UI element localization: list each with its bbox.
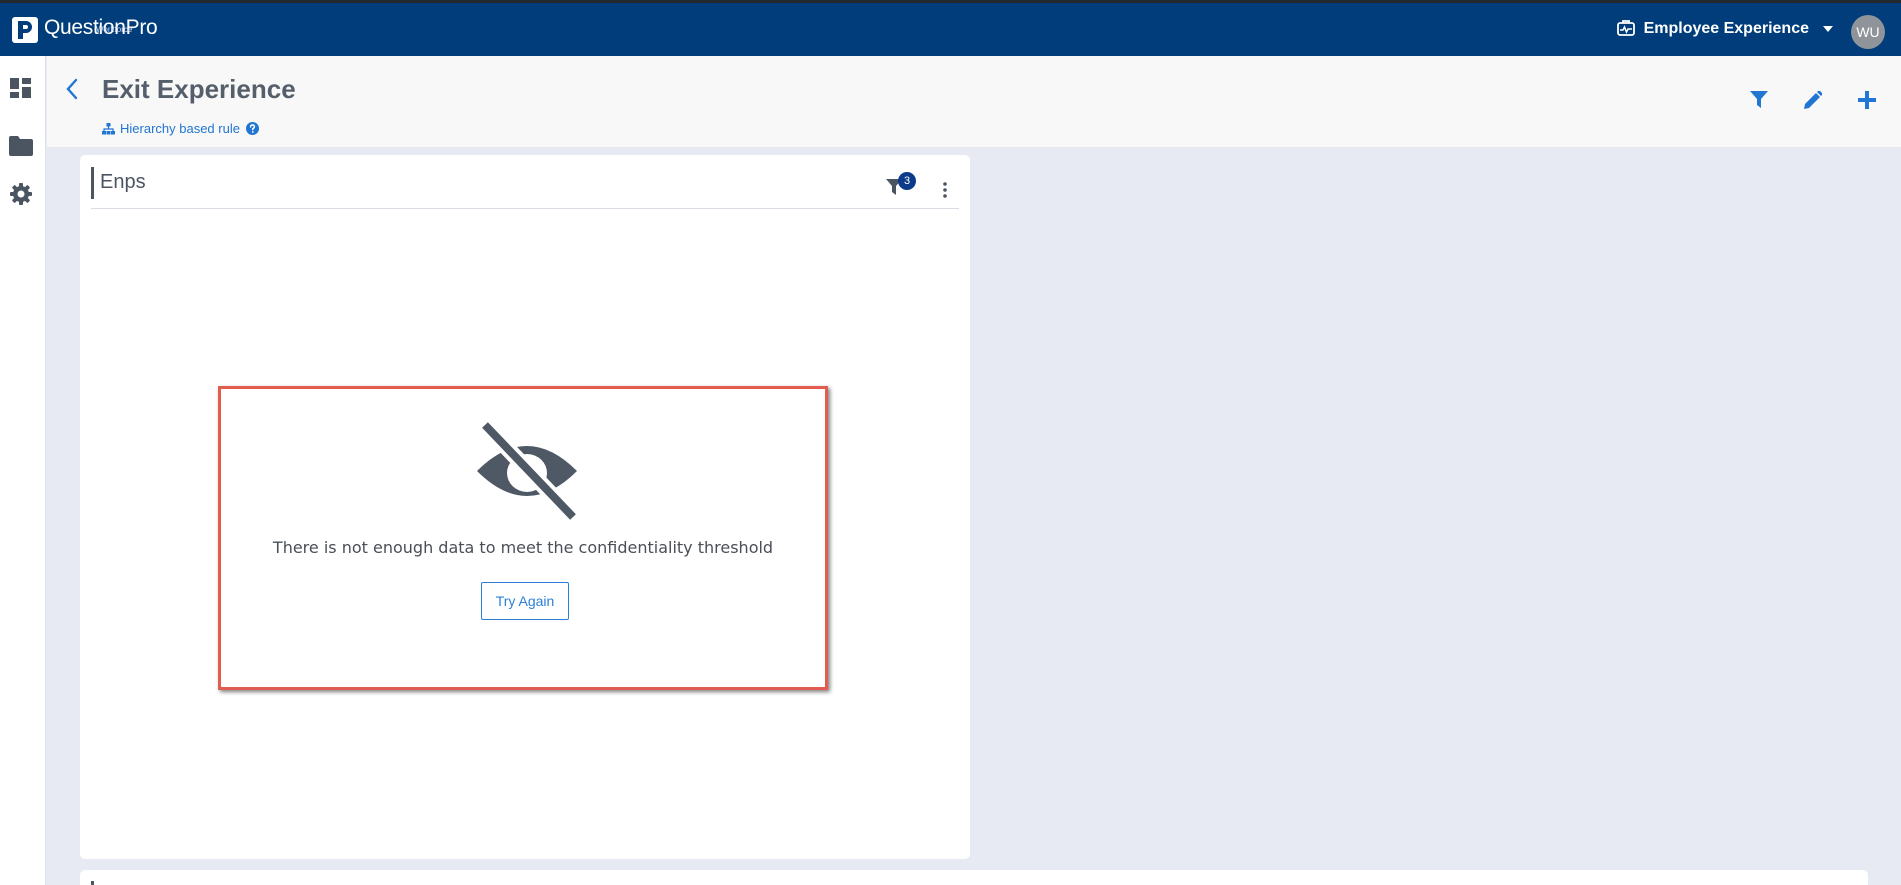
sidebar [0, 56, 46, 885]
widget-title: Enps [100, 171, 146, 193]
questionpro-logo[interactable]: QuestionPro [12, 17, 158, 43]
folder-icon[interactable] [9, 134, 33, 158]
product-switcher[interactable]: Employee Experience [1616, 19, 1841, 39]
confidentiality-notice: There is not enough data to meet the con… [218, 386, 828, 690]
confidentiality-message: There is not enough data to meet the con… [272, 538, 774, 557]
hierarchy-rule-link[interactable]: Hierarchy based rule [102, 121, 259, 136]
title-accent-bar [91, 167, 94, 199]
next-widget-card [80, 870, 1868, 885]
page-header: Exit Experience Hierarchy based rule [47, 56, 1901, 148]
hierarchy-rule-label: Hierarchy based rule [120, 121, 240, 136]
widget-header: Enps 3 [91, 167, 959, 209]
brand-subtitle: Workforce [96, 25, 133, 34]
more-vertical-icon [943, 182, 947, 198]
filter-count-badge: 3 [898, 172, 916, 190]
caret-down-icon [1823, 26, 1833, 32]
back-button[interactable] [65, 78, 79, 104]
sitemap-icon [102, 122, 115, 134]
widget-filter-button[interactable]: 3 [886, 172, 916, 203]
filter-icon [1750, 91, 1768, 108]
widget-more-button[interactable] [939, 179, 951, 201]
user-avatar[interactable]: WU [1851, 15, 1885, 49]
dashboard-icon[interactable] [9, 76, 33, 100]
logo-mark-icon [12, 17, 38, 43]
monitor-heart-icon [1616, 20, 1635, 36]
eye-slash-icon [477, 421, 579, 521]
try-again-button[interactable]: Try Again [481, 582, 569, 620]
add-button[interactable] [1847, 88, 1887, 112]
page-title: Exit Experience [102, 74, 296, 104]
chevron-left-icon [66, 78, 78, 100]
product-name: Employee Experience [1643, 20, 1809, 37]
header-actions [1739, 88, 1901, 112]
top-bar: QuestionPro Workforce Employee Experienc… [0, 3, 1901, 56]
pencil-icon [1804, 91, 1822, 109]
edit-button[interactable] [1793, 88, 1833, 112]
help-icon[interactable] [245, 122, 259, 135]
plus-icon [1858, 91, 1876, 109]
filter-button[interactable] [1739, 88, 1779, 112]
gear-icon[interactable] [9, 182, 33, 206]
title-accent-bar [91, 881, 94, 885]
